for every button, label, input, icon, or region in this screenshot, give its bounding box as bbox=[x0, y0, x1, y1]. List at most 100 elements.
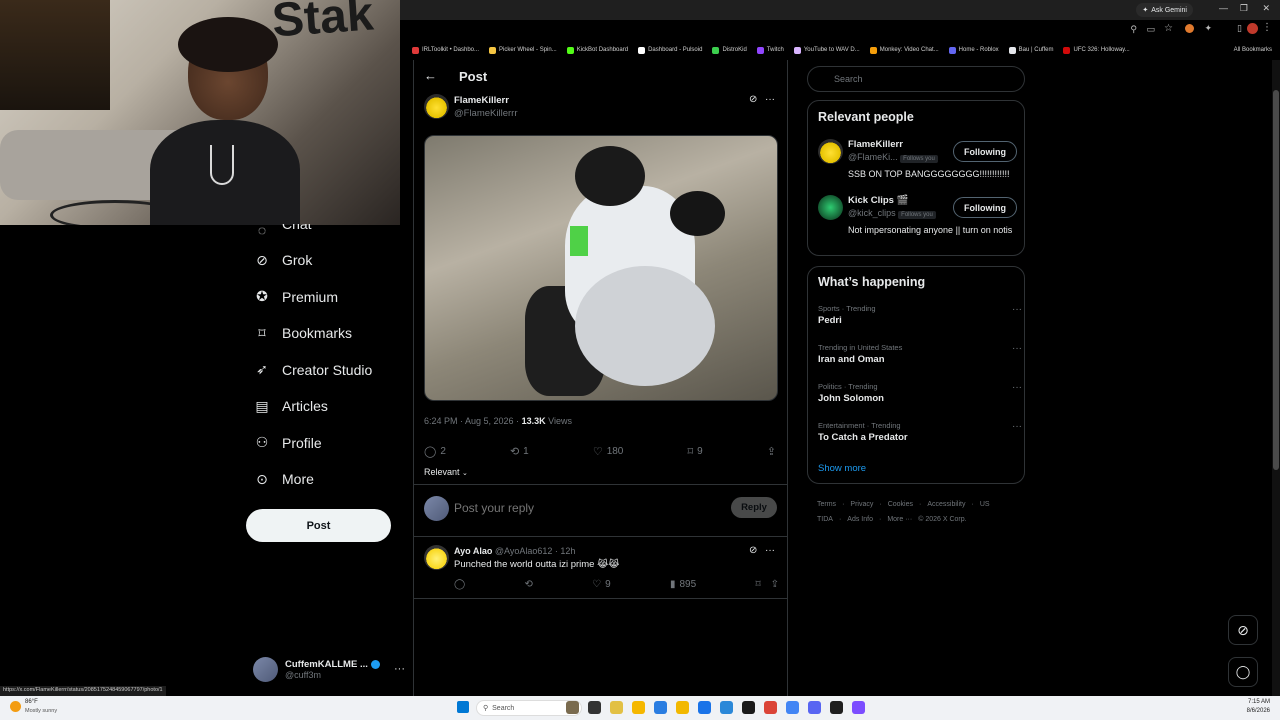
sidebar-item-chat[interactable]: ◌ Chat bbox=[254, 224, 312, 236]
kebab-menu-icon[interactable]: ⋮ bbox=[1262, 22, 1272, 33]
footer-link[interactable]: Accessibility bbox=[927, 501, 965, 508]
reply-author-handle[interactable]: @AyoAlao612 bbox=[495, 546, 553, 556]
sidebar-item-creator-studio[interactable]: ➶ Creator Studio bbox=[254, 356, 372, 384]
more-horizontal-icon[interactable]: ··· bbox=[765, 94, 775, 105]
trend-item[interactable]: Politics · Trending John Solomon ··· bbox=[818, 382, 1022, 404]
more-horizontal-icon[interactable]: ··· bbox=[1012, 304, 1022, 315]
puzzle-icon[interactable]: ✦ bbox=[1204, 23, 1212, 34]
extension-icon[interactable] bbox=[1185, 24, 1194, 33]
bookmark-item[interactable]: IRLToolkit • Dashbo... bbox=[412, 46, 479, 54]
discord-icon[interactable] bbox=[808, 701, 821, 714]
windows-start-icon[interactable] bbox=[457, 701, 469, 713]
reply-button[interactable]: Reply bbox=[731, 497, 777, 518]
trend-item[interactable]: Trending in United States Iran and Oman ··… bbox=[818, 343, 1022, 365]
sidebar-item-bookmarks[interactable]: ⌑ Bookmarks bbox=[254, 319, 352, 347]
account-switcher[interactable]: CuffemKALLME ... @cuff3m ··· bbox=[253, 654, 405, 684]
file-explorer-icon[interactable] bbox=[632, 701, 645, 714]
trend-item[interactable]: Sports · Trending Pedri ··· bbox=[818, 304, 1022, 326]
folder-icon[interactable] bbox=[676, 701, 689, 714]
all-bookmarks-button[interactable]: All Bookmarks bbox=[1234, 47, 1272, 53]
minimize-icon[interactable]: — bbox=[1219, 3, 1228, 13]
sort-dropdown[interactable]: Relevant ⌄ bbox=[424, 467, 468, 477]
views-action-button[interactable]: ▮ 895 bbox=[670, 579, 696, 590]
reply-action-button[interactable]: ◯ 2 bbox=[424, 445, 446, 458]
bookmark-item[interactable]: Picker Wheel - Spin... bbox=[489, 46, 557, 54]
post-media-image[interactable] bbox=[424, 135, 778, 401]
clock-date[interactable]: 8/6/2026 bbox=[1247, 708, 1270, 714]
grok-icon[interactable]: ⊘ bbox=[749, 94, 757, 105]
author-name[interactable]: FlameKillerr bbox=[454, 95, 509, 106]
show-more-link[interactable]: Show more bbox=[818, 463, 866, 474]
repost-action-button[interactable]: ⟲ bbox=[524, 579, 532, 590]
reply-author-avatar[interactable] bbox=[424, 545, 449, 570]
app-icon[interactable] bbox=[852, 701, 865, 714]
edge-icon[interactable] bbox=[654, 701, 667, 714]
restore-icon[interactable]: ❐ bbox=[1240, 3, 1248, 14]
trend-item[interactable]: Entertainment · Trending To Catch a Preda… bbox=[818, 421, 1022, 443]
clock-time[interactable]: 7:15 AM bbox=[1248, 699, 1270, 705]
grok-floating-button[interactable]: ⊘ bbox=[1228, 615, 1258, 645]
sidebar-item-premium[interactable]: ✪ Premium bbox=[254, 283, 338, 311]
copilot-icon[interactable] bbox=[610, 701, 623, 714]
messages-floating-button[interactable]: ◯ bbox=[1228, 657, 1258, 687]
bookmark-item[interactable]: YouTube to WAV D... bbox=[793, 46, 860, 54]
bookmark-item[interactable]: KickBot Dashboard bbox=[566, 46, 628, 54]
bookmark-item[interactable]: Dashboard - Pulsoid bbox=[638, 46, 702, 54]
star-icon[interactable]: ☆ bbox=[1164, 23, 1173, 34]
close-icon[interactable]: ✕ bbox=[1262, 3, 1270, 14]
like-action-button[interactable]: ♡ 180 bbox=[593, 445, 624, 458]
app-icon[interactable] bbox=[742, 701, 755, 714]
more-horizontal-icon[interactable]: ··· bbox=[394, 663, 405, 675]
bookmark-action-button[interactable]: ⌑ bbox=[755, 579, 760, 590]
weather-temp[interactable]: 86°F bbox=[25, 699, 38, 705]
share-action-button[interactable]: ⇪ bbox=[771, 579, 779, 590]
footer-link[interactable]: Terms bbox=[817, 501, 836, 508]
reply-time[interactable]: · 12h bbox=[555, 546, 576, 556]
sidebar-toggle-icon[interactable]: ▯ bbox=[1237, 23, 1242, 34]
back-arrow-icon[interactable]: ← bbox=[424, 68, 437, 83]
avatar[interactable] bbox=[818, 195, 843, 220]
page-scrollbar[interactable] bbox=[1272, 60, 1280, 696]
ask-gemini-button[interactable]: ✦ Ask Gemini bbox=[1136, 3, 1193, 17]
search-input[interactable] bbox=[807, 66, 1025, 92]
reply-input[interactable] bbox=[454, 500, 714, 516]
post-time[interactable]: 6:24 PM · Aug 5, 2026 · bbox=[424, 416, 519, 426]
task-view-icon[interactable] bbox=[588, 701, 601, 714]
store-icon[interactable] bbox=[720, 701, 733, 714]
more-horizontal-icon[interactable]: ··· bbox=[1012, 382, 1022, 393]
chrome-icon[interactable] bbox=[786, 701, 799, 714]
avatar[interactable] bbox=[818, 139, 843, 164]
author-handle[interactable]: @FlameKillerrr bbox=[454, 108, 517, 119]
footer-link[interactable]: More ··· bbox=[887, 516, 912, 523]
person-name[interactable]: FlameKillerr bbox=[848, 139, 903, 150]
weather-desc[interactable]: Mostly sunny bbox=[25, 708, 57, 714]
grok-icon[interactable]: ⊘ bbox=[749, 545, 757, 556]
app-icon[interactable] bbox=[566, 701, 579, 714]
sidebar-item-grok[interactable]: ⊘ Grok bbox=[254, 246, 312, 274]
bookmark-item[interactable]: DistroKid bbox=[712, 46, 747, 54]
share-action-button[interactable]: ⇪ bbox=[767, 445, 776, 458]
author-avatar[interactable] bbox=[424, 94, 449, 119]
zoom-icon[interactable]: ⚲ bbox=[1130, 24, 1137, 35]
footer-link[interactable]: © 2026 X Corp. bbox=[918, 516, 966, 523]
media-icon[interactable] bbox=[830, 701, 843, 714]
reply-action-button[interactable]: ◯ bbox=[454, 579, 465, 590]
bookmark-item[interactable]: Home - Roblox bbox=[948, 46, 999, 54]
bookmark-item[interactable]: UFC 326: Holloway... bbox=[1063, 46, 1130, 54]
following-button[interactable]: Following bbox=[953, 197, 1017, 218]
profile-avatar-icon[interactable] bbox=[1247, 23, 1258, 34]
following-button[interactable]: Following bbox=[953, 141, 1017, 162]
app-icon[interactable] bbox=[764, 701, 777, 714]
footer-link[interactable]: Cookies bbox=[888, 501, 913, 508]
repost-action-button[interactable]: ⟲ 1 bbox=[510, 445, 529, 458]
cast-icon[interactable]: ▭ bbox=[1146, 24, 1155, 35]
more-horizontal-icon[interactable]: ··· bbox=[1012, 343, 1022, 354]
more-horizontal-icon[interactable]: ··· bbox=[765, 545, 775, 556]
like-action-button[interactable]: ♡ 9 bbox=[592, 579, 611, 590]
footer-link[interactable]: Ads Info bbox=[847, 516, 873, 523]
reply-author-name[interactable]: Ayo Alao bbox=[454, 546, 492, 556]
person-handle[interactable]: @kick_clips bbox=[848, 208, 896, 218]
sidebar-item-profile[interactable]: ⚇ Profile bbox=[254, 429, 322, 457]
person-name[interactable]: Kick Clips 🎬 bbox=[848, 195, 908, 206]
bookmark-item[interactable]: Monkey: Video Chat... bbox=[869, 46, 939, 54]
